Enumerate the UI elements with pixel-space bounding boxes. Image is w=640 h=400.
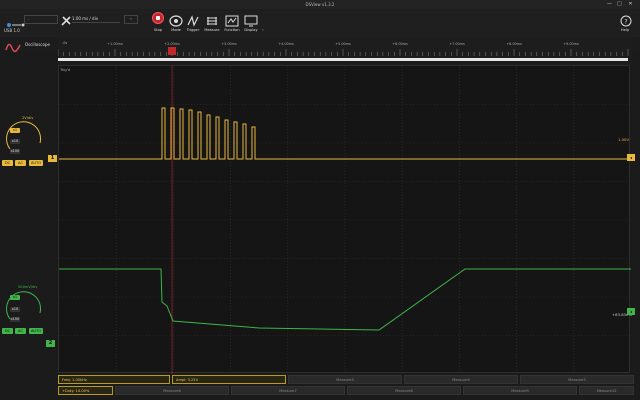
ch2-auto-button[interactable]: AUTO xyxy=(29,328,43,334)
timeline-tick-label: +5.00ms xyxy=(335,42,351,46)
help-label: Help xyxy=(620,28,630,32)
measure-icon[interactable] xyxy=(205,12,219,25)
timeline-start-label: -0s xyxy=(62,41,68,45)
measure-cell[interactable]: Measure3 xyxy=(288,375,402,384)
ch2-vdiv-label: 500mV/div xyxy=(18,285,38,289)
ch1-waveform xyxy=(59,107,631,160)
trigger-icon[interactable] xyxy=(186,12,200,27)
measure-cell[interactable]: Measure6 xyxy=(115,386,229,395)
mode-label: Mode xyxy=(171,28,181,32)
measure-cell[interactable]: Measure8 xyxy=(347,386,461,395)
stop-icon[interactable] xyxy=(152,12,164,24)
ch1-probe-x1-button[interactable]: x1 xyxy=(10,128,20,133)
measure-cell[interactable]: +Duty: 14.00% xyxy=(58,386,113,395)
timeline-tick-label: +2.00ms xyxy=(164,42,180,46)
measure-panel: Freq: 1.00kHz Ampl: 3.25V Measure3 Measu… xyxy=(58,375,638,397)
ch1-offset-marker[interactable]: 1 xyxy=(48,155,57,162)
timeline-tick-label: +4.00ms xyxy=(278,42,294,46)
ch2-probe-x10-button[interactable]: x10 xyxy=(10,307,20,312)
measure-cell[interactable]: Ampl: 3.25V xyxy=(172,375,286,384)
trigger-position-marker[interactable] xyxy=(168,47,176,55)
ch1-right-marker[interactable]: ◂ xyxy=(627,154,635,161)
stop-label: Stop xyxy=(153,28,163,32)
ch1-probe-x10-button[interactable]: x10 xyxy=(10,139,20,144)
ch2-probe-x1-button[interactable]: x1 xyxy=(10,295,20,300)
trigger-status: Trig'd xyxy=(60,67,71,72)
function-icon[interactable] xyxy=(225,12,239,27)
measure-cell[interactable]: Measure10 xyxy=(579,386,634,395)
toolbar xyxy=(0,9,640,37)
ch2-probe-x100-button[interactable]: x100 xyxy=(10,317,20,322)
ch1-auto-button[interactable]: AUTO xyxy=(29,160,43,166)
ch1-vdiv-label: 2V/div xyxy=(22,116,34,120)
maximize-button[interactable]: □ xyxy=(616,1,623,8)
mode-icon[interactable] xyxy=(169,12,183,27)
device-select[interactable]: ... xyxy=(24,15,58,24)
timeline-tick-label: +3.00ms xyxy=(221,42,237,46)
measure-cell[interactable]: Measure7 xyxy=(231,386,345,395)
timeline-tick-label: +9.00ms xyxy=(563,42,579,46)
minimize-button[interactable]: — xyxy=(606,1,613,8)
measure-cell[interactable]: Measure4 xyxy=(404,375,518,384)
display-icon[interactable] xyxy=(244,12,258,27)
oscilloscope-icon[interactable] xyxy=(5,39,21,53)
timeline-scroll-bar[interactable] xyxy=(58,58,628,61)
ch2-ac-button[interactable]: AC xyxy=(15,328,26,334)
ch1-probe-x100-button[interactable]: x100 xyxy=(10,149,20,154)
ch2-waveform xyxy=(59,268,631,331)
measure-label: Measure xyxy=(204,28,220,32)
mode-name: Oscilloscope xyxy=(25,42,50,47)
ch2-dc-button[interactable]: DC xyxy=(2,328,13,334)
ch2-right-marker[interactable]: ◂ xyxy=(627,308,635,315)
spinner-arrow-icon: ▾ xyxy=(130,17,132,21)
timeline-tick-label: +1.00ms xyxy=(107,42,123,46)
timeline-tick-label: +6.00ms xyxy=(392,42,408,46)
help-icon[interactable]: ? xyxy=(620,12,632,27)
ch1-ac-button[interactable]: AC xyxy=(15,160,26,166)
close-button[interactable]: ✕ xyxy=(627,1,634,8)
timebase-select[interactable]: 1.00 ms / div xyxy=(72,15,120,23)
waveform-plot[interactable] xyxy=(58,65,631,374)
usb-label: USB 1.0 xyxy=(4,28,20,33)
svg-text:?: ? xyxy=(624,19,627,26)
trigger-label: Trigger xyxy=(186,28,200,32)
timeline-tick-label: +7.00ms xyxy=(449,42,465,46)
ch1-dc-button[interactable]: DC xyxy=(2,160,13,166)
measure-cell[interactable]: Measure5 xyxy=(520,375,634,384)
measure-cell[interactable]: Measure9 xyxy=(463,386,577,395)
display-dropdown-icon[interactable]: ▾ xyxy=(262,28,272,32)
timeline-tick-label: +8.00ms xyxy=(506,42,522,46)
timebase-spinner[interactable]: ▾ xyxy=(124,15,138,24)
function-label: Function xyxy=(224,28,240,32)
measure-cell[interactable]: Freq: 1.00kHz xyxy=(58,375,170,384)
device-icon[interactable] xyxy=(6,14,26,27)
settings-icon[interactable] xyxy=(60,12,72,26)
app-title: DSView v1.3.2 xyxy=(305,2,335,7)
ch2-offset-marker[interactable]: 2 xyxy=(46,340,55,347)
display-label: Display xyxy=(244,28,258,32)
ch1-scale-tag: 1.00V xyxy=(618,137,630,142)
